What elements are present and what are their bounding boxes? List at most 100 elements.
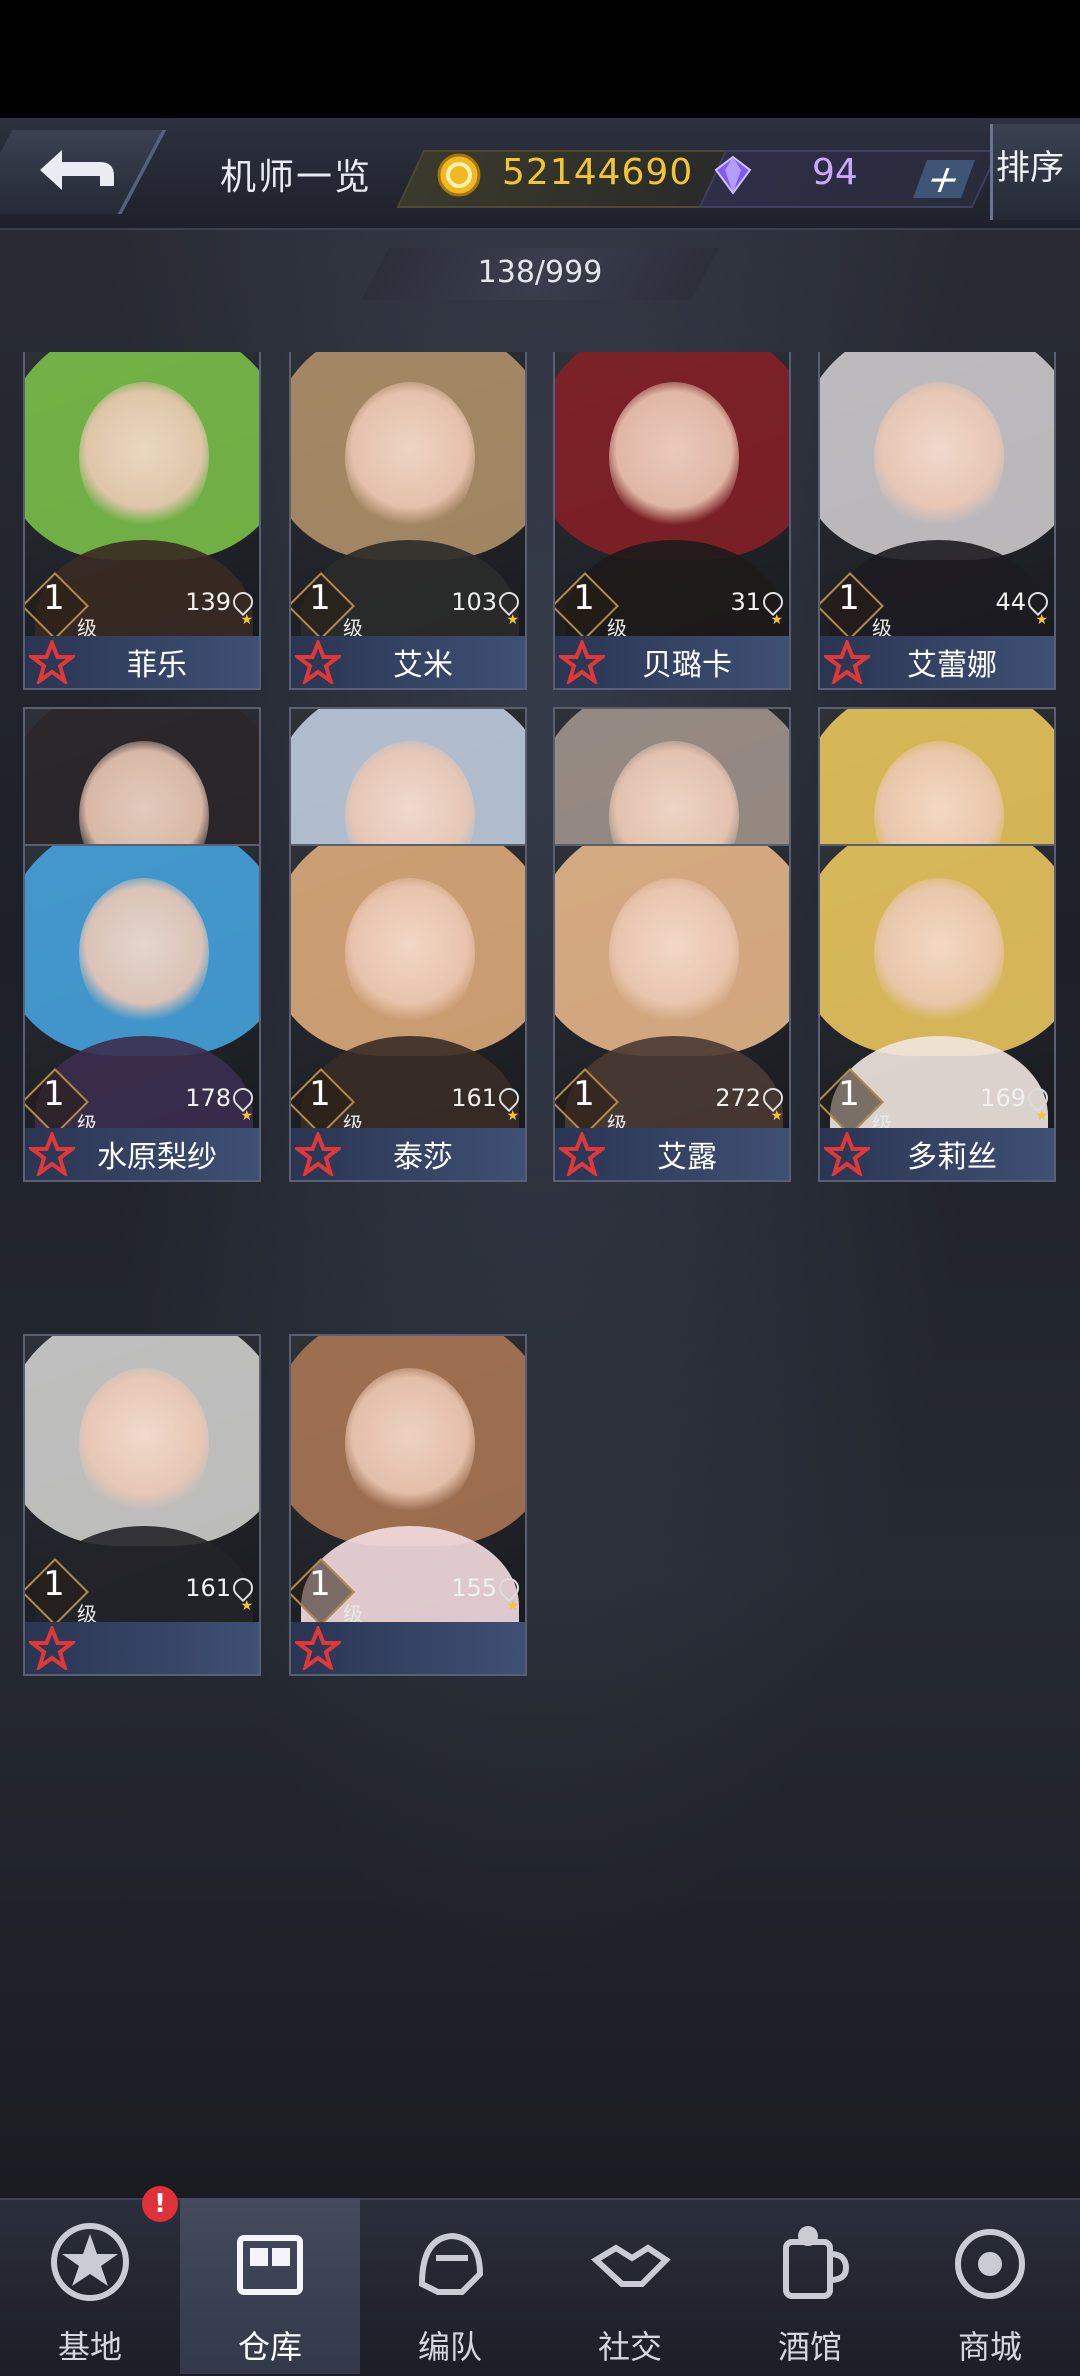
level-number: 1 <box>573 1074 595 1114</box>
pilot-card[interactable]: 1 级 169 ★ 多莉丝 <box>818 844 1056 1182</box>
affection-value: 44 <box>995 588 1026 616</box>
affection-value: 178 <box>185 1084 231 1112</box>
affection-value: 161 <box>451 1084 497 1112</box>
nav-item-team-helmet[interactable]: 编队 <box>360 2198 540 2374</box>
back-arrow-icon <box>40 150 114 190</box>
nav-label: 基地 <box>57 2328 122 2366</box>
pilot-name-bar: 艾露 <box>555 1128 789 1180</box>
level-number: 1 <box>309 578 331 618</box>
pilot-card[interactable]: 1 级 178 ★ 水原梨纱 <box>23 844 261 1182</box>
shop-robot-icon <box>955 2229 1025 2299</box>
star-icon <box>295 1132 341 1176</box>
star-icon <box>824 640 870 684</box>
rarity-star-icon: ★ <box>770 1108 783 1124</box>
pilot-card[interactable]: 1 级 155 ★ <box>289 1334 527 1676</box>
rarity-star-icon: ★ <box>506 1598 519 1614</box>
rarity-star-icon: ★ <box>506 1108 519 1124</box>
nav-label: 编队 <box>417 2328 482 2366</box>
star-icon <box>29 1132 75 1176</box>
portrait-face <box>79 382 209 532</box>
gold-coin-icon <box>437 153 481 197</box>
pilot-card[interactable]: 1 级 103 ★ 艾米 <box>289 352 527 690</box>
rarity-star-icon: ★ <box>506 612 519 628</box>
affection-value: 272 <box>715 1084 761 1112</box>
pilot-name-bar: 水原梨纱 <box>25 1128 259 1180</box>
portrait-face <box>609 878 739 1028</box>
crystal-gem-icon <box>714 155 752 195</box>
sort-label[interactable]: 排序 <box>990 140 1070 189</box>
pilot-name-bar: 艾米 <box>291 636 525 688</box>
pilot-card[interactable]: 1 级 44 ★ 艾蕾娜 <box>818 352 1056 690</box>
nav-label: 仓库 <box>237 2328 302 2366</box>
star-icon <box>824 1132 870 1176</box>
portrait-face <box>79 878 209 1028</box>
nav-label: 酒馆 <box>777 2328 842 2366</box>
portrait-face <box>874 878 1004 1028</box>
pilot-name-bar <box>291 1622 525 1674</box>
portrait-face <box>345 382 475 532</box>
pilot-name-bar: 泰莎 <box>291 1128 525 1180</box>
level-number: 1 <box>43 1074 65 1114</box>
warehouse-crate-icon <box>237 2235 303 2295</box>
portrait-face <box>609 382 739 532</box>
level-number: 1 <box>43 578 65 618</box>
handshake-icon <box>591 2244 671 2287</box>
page-title: 机师一览 <box>220 157 373 198</box>
affection-value: 169 <box>980 1084 1026 1112</box>
star-icon <box>559 1132 605 1176</box>
nav-item-handshake[interactable]: 社交 <box>540 2198 720 2374</box>
nav-item-base-star[interactable]: 基地 <box>0 2198 180 2374</box>
star-icon <box>559 640 605 684</box>
affection-value: 155 <box>451 1574 497 1602</box>
nav-item-warehouse-crate[interactable]: 仓库 <box>180 2198 360 2374</box>
nav-label: 商城 <box>957 2328 1022 2366</box>
level-number: 1 <box>838 578 860 618</box>
notification-badge: ! <box>142 2186 178 2222</box>
pilot-card[interactable]: 1 级 161 ★ <box>23 1334 261 1676</box>
pilot-card[interactable]: 1 级 31 ★ 贝璐卡 <box>553 352 791 690</box>
star-icon <box>29 640 75 684</box>
pilot-name-bar: 艾蕾娜 <box>820 636 1054 688</box>
rarity-star-icon: ★ <box>240 612 253 628</box>
portrait-face <box>874 382 1004 532</box>
pilot-grid: 1级139★菲乐1级103★艾米1级31★贝璐卡1级44★艾蕾娜1级67★宝拉1… <box>0 352 1080 2118</box>
pilot-name-bar <box>25 1622 259 1674</box>
rarity-star-icon: ★ <box>240 1108 253 1124</box>
tavern-mug-icon <box>783 2226 850 2299</box>
portrait-face <box>345 1368 475 1518</box>
star-icon <box>295 1626 341 1670</box>
affection-value: 103 <box>451 588 497 616</box>
affection-value: 31 <box>730 588 761 616</box>
affection-value: 161 <box>185 1574 231 1602</box>
pilot-name-bar: 菲乐 <box>25 636 259 688</box>
portrait-face <box>345 878 475 1028</box>
gold-amount: 52144690 <box>502 152 694 193</box>
rarity-star-icon: ★ <box>240 1598 253 1614</box>
level-number: 1 <box>43 1564 65 1604</box>
star-icon <box>29 1626 75 1670</box>
star-icon <box>295 640 341 684</box>
base-star-icon <box>51 2223 129 2301</box>
nav-label: 社交 <box>597 2328 662 2366</box>
gem-amount: 94 <box>812 152 858 193</box>
level-number: 1 <box>309 1564 331 1604</box>
rarity-star-icon: ★ <box>1035 612 1048 628</box>
nav-item-shop-robot[interactable]: 商城 <box>900 2198 1080 2374</box>
team-helmet-icon <box>418 2232 484 2295</box>
nav-item-tavern-mug[interactable]: 酒馆 <box>720 2198 900 2374</box>
affection-value: 139 <box>185 588 231 616</box>
status-bar <box>0 0 1080 118</box>
back-button[interactable] <box>0 122 150 222</box>
level-number: 1 <box>838 1074 860 1114</box>
level-number: 1 <box>309 1074 331 1114</box>
pilot-count: 138/999 <box>477 255 603 290</box>
pilot-card[interactable]: 1 级 161 ★ 泰莎 <box>289 844 527 1182</box>
rarity-star-icon: ★ <box>770 612 783 628</box>
level-number: 1 <box>573 578 595 618</box>
rarity-star-icon: ★ <box>1035 1108 1048 1124</box>
pilot-name-bar: 贝璐卡 <box>555 636 789 688</box>
pilot-name-bar: 多莉丝 <box>820 1128 1054 1180</box>
pilot-card[interactable]: 1 级 272 ★ 艾露 <box>553 844 791 1182</box>
portrait-face <box>79 1368 209 1518</box>
pilot-card[interactable]: 1 级 139 ★ 菲乐 <box>23 352 261 690</box>
